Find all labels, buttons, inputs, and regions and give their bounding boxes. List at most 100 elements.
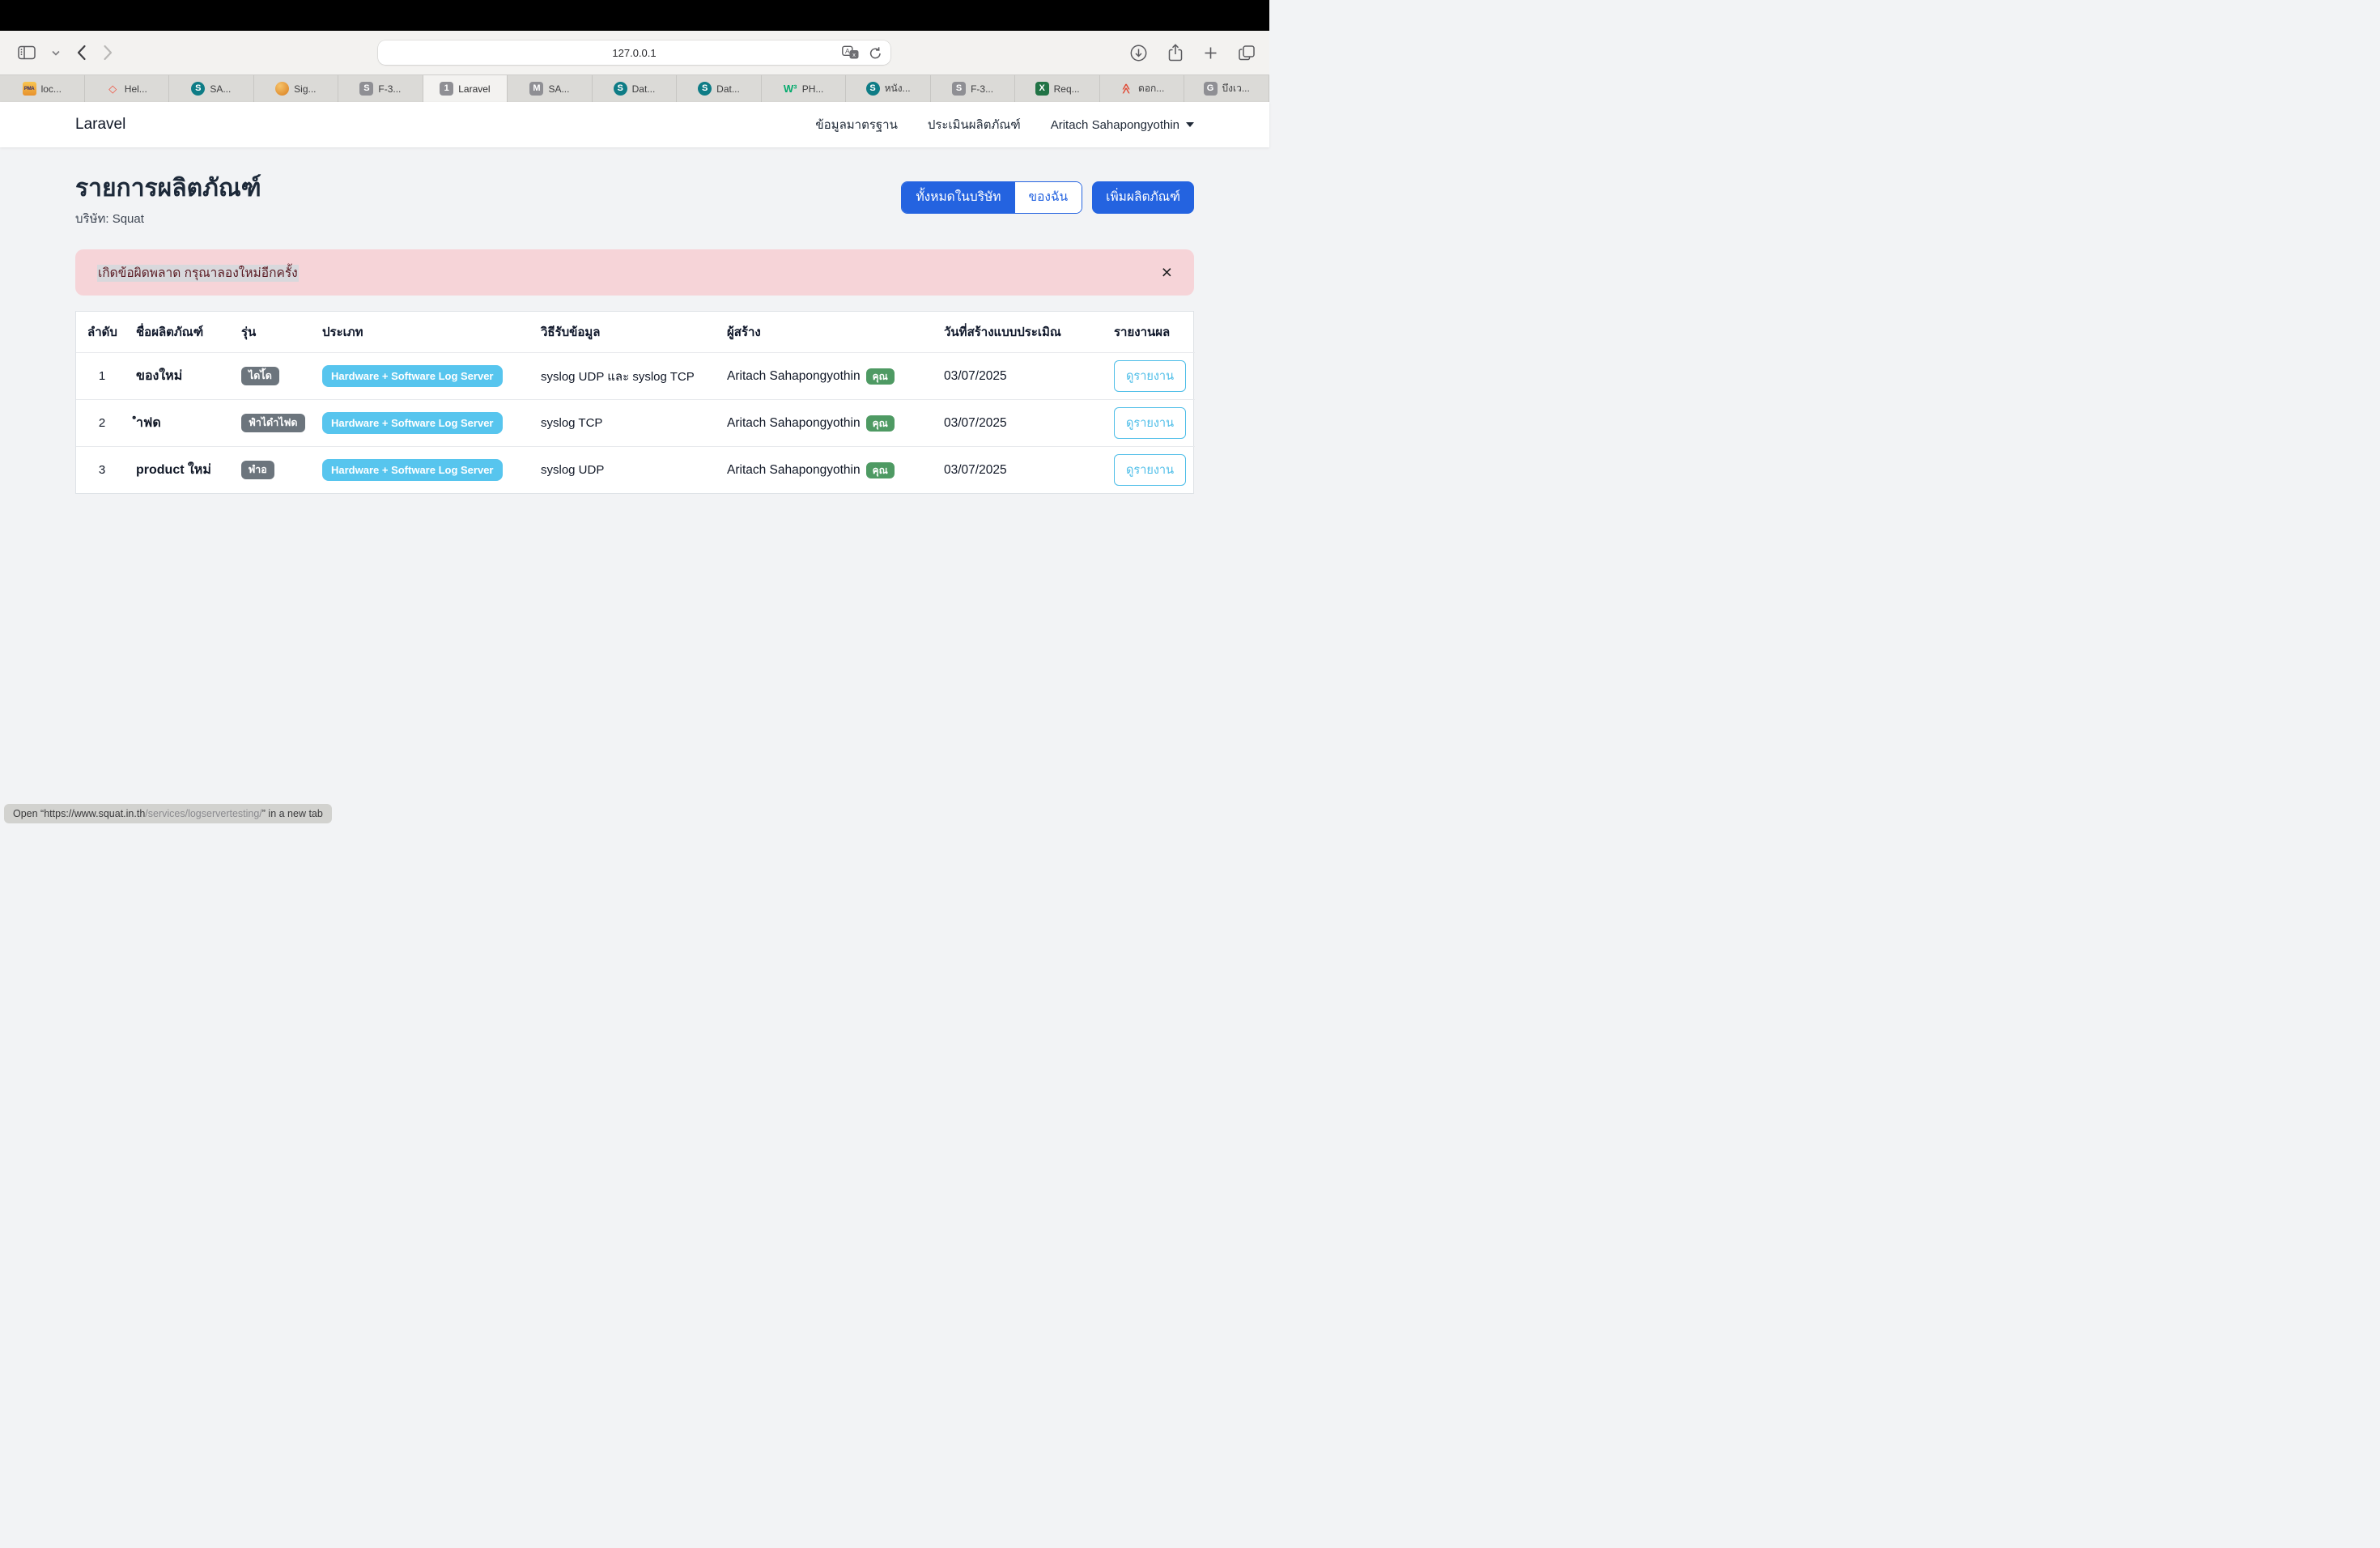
tab-label: SA...: [548, 83, 569, 95]
browser-tab[interactable]: S F-3...: [338, 75, 423, 102]
user-menu-button[interactable]: Aritach Sahapongyothin: [1051, 118, 1194, 132]
browser-tab[interactable]: X Req...: [1015, 75, 1100, 102]
browser-tab[interactable]: ≪ ดอก...: [1100, 75, 1185, 102]
browser-tab[interactable]: 1 Laravel: [423, 75, 508, 102]
browser-toolbar: 127.0.0.1 Ax: [0, 31, 1269, 74]
tab-label: Dat...: [716, 83, 740, 95]
cell-date: 03/07/2025: [936, 400, 1106, 447]
nav-link[interactable]: ประเมินผลิตภัณฑ์: [928, 115, 1021, 134]
back-button[interactable]: [74, 43, 88, 62]
column-header: ประเภท: [314, 312, 533, 353]
browser-tab[interactable]: ◇ Hel...: [85, 75, 170, 102]
cell-product-name: ของใหม่: [128, 353, 233, 400]
status-link-path: /services/logservertesting/: [145, 808, 262, 819]
back-icon: [76, 45, 87, 61]
column-header: ชื่อผลิตภัณฑ์: [128, 312, 233, 353]
red-chevrons-icon: ≪: [1120, 82, 1133, 96]
tab-label: Req...: [1054, 83, 1080, 95]
view-report-button[interactable]: ดูรายงาน: [1114, 454, 1186, 486]
caret-down-icon: [1186, 122, 1194, 127]
download-icon: [1130, 45, 1147, 62]
creator-badge: คุณ: [866, 415, 895, 432]
sharepoint-icon: S: [191, 82, 205, 96]
url-text: 127.0.0.1: [612, 47, 656, 59]
page-body: รายการผลิตภัณฑ์ บริษัท: Squat ทั้งหมดในบ…: [0, 147, 1269, 826]
column-header: วันที่สร้างแบบประเมิณ: [936, 312, 1106, 353]
letter-s-icon: S: [952, 82, 966, 96]
tab-label: PH...: [802, 83, 824, 95]
nav-link[interactable]: ข้อมูลมาตรฐาน: [815, 115, 897, 134]
all-company-button[interactable]: ทั้งหมดในบริษัท: [902, 182, 1014, 213]
table-row: 2 ำฟด ฟำไดำไฟด Hardware + Software Log S…: [76, 400, 1195, 447]
cell-model: ไดไ้ด: [233, 353, 314, 400]
address-bar[interactable]: 127.0.0.1 Ax: [378, 40, 890, 65]
add-product-button[interactable]: เพิ่มผลิตภัณฑ์: [1092, 181, 1194, 214]
cell-model: ฟำไดำไฟด: [233, 400, 314, 447]
error-message: เกิดข้อผิดพลาด กรุณาลองใหม่อีกครั้ง: [97, 262, 299, 283]
type-badge: Hardware + Software Log Server: [322, 459, 503, 481]
company-label: บริษัท: Squat: [75, 209, 261, 228]
sidebar-toggle-button[interactable]: [16, 44, 37, 62]
translate-button[interactable]: Ax: [840, 45, 861, 62]
tab-label: หนัง...: [885, 81, 911, 96]
app-logo[interactable]: Laravel: [75, 116, 125, 134]
model-badge: ไดไ้ด: [241, 367, 279, 385]
forward-button[interactable]: [101, 43, 115, 62]
browser-tab[interactable]: S SA...: [169, 75, 254, 102]
view-report-button[interactable]: ดูรายงาน: [1114, 407, 1186, 439]
new-tab-button[interactable]: [1202, 45, 1219, 62]
browser-tab[interactable]: S หนัง...: [846, 75, 931, 102]
browser-tab[interactable]: G บึงเว...: [1184, 75, 1269, 102]
tab-label: ดอก...: [1138, 81, 1164, 96]
sharepoint-icon: S: [614, 82, 627, 96]
downloads-button[interactable]: [1128, 43, 1149, 63]
type-badge: Hardware + Software Log Server: [322, 412, 503, 434]
cell-index: 3: [76, 447, 128, 494]
browser-tab[interactable]: W³ PH...: [762, 75, 847, 102]
model-badge: ฟำไดำไฟด: [241, 414, 305, 432]
app-header: Laravel ข้อมูลมาตรฐาน ประเมินผลิตภัณฑ์ A…: [0, 102, 1269, 147]
table-row: 1 ของใหม่ ไดไ้ด Hardware + Software Log …: [76, 353, 1195, 400]
sidebar-dropdown-button[interactable]: [50, 49, 62, 57]
link-status-bar: Open “https://www.squat.in.th/services/l…: [4, 804, 332, 823]
cell-type: Hardware + Software Log Server: [314, 353, 533, 400]
browser-tab[interactable]: S F-3...: [931, 75, 1016, 102]
phpmyadmin-icon: PMA: [23, 82, 36, 96]
cell-type: Hardware + Software Log Server: [314, 447, 533, 494]
tab-label: F-3...: [378, 83, 401, 95]
cell-date: 03/07/2025: [936, 353, 1106, 400]
table-body: 1 ของใหม่ ไดไ้ด Hardware + Software Log …: [76, 353, 1195, 494]
share-button[interactable]: [1167, 42, 1184, 63]
products-table: ลำดับ ชื่อผลิตภัณฑ์ รุ่น ประเภท วิธีรับข…: [76, 312, 1195, 493]
type-badge: Hardware + Software Log Server: [322, 365, 503, 387]
sharepoint-icon: S: [866, 82, 880, 96]
tab-label: SA...: [210, 83, 231, 95]
browser-tab[interactable]: M SA...: [508, 75, 593, 102]
status-link-host: https://www.squat.in.th: [44, 808, 145, 819]
browser-tab[interactable]: S Dat...: [593, 75, 678, 102]
mac-menu-bar: [0, 0, 1269, 31]
cell-method: syslog UDP: [533, 447, 719, 494]
mine-button[interactable]: ของฉัน: [1015, 182, 1082, 213]
tab-label: Dat...: [632, 83, 656, 95]
letter-g-icon: G: [1204, 82, 1218, 96]
creator-name: Aritach Sahapongyothin: [727, 463, 861, 478]
user-name: Aritach Sahapongyothin: [1051, 118, 1179, 132]
creator-name: Aritach Sahapongyothin: [727, 416, 861, 431]
browser-tab[interactable]: PMA loc...: [0, 75, 85, 102]
plus-icon: [1204, 46, 1218, 60]
tab-overview-button[interactable]: [1237, 44, 1256, 62]
browser-tab[interactable]: Sig...: [254, 75, 339, 102]
tabs-overview-icon: [1239, 45, 1255, 61]
model-badge: พำอ: [241, 461, 274, 479]
alert-close-button[interactable]: ×: [1162, 263, 1172, 282]
column-header: รุ่น: [233, 312, 314, 353]
nav-links-slot: ข้อมูลมาตรฐาน ประเมินผลิตภัณฑ์: [815, 115, 1020, 134]
reload-button[interactable]: [868, 45, 883, 61]
creator-badge: คุณ: [866, 368, 895, 385]
browser-tab[interactable]: S Dat...: [677, 75, 762, 102]
view-report-button[interactable]: ดูรายงาน: [1114, 360, 1186, 392]
creator-badge: คุณ: [866, 462, 895, 478]
laravel-icon: ◇: [106, 82, 120, 96]
share-icon: [1168, 44, 1183, 62]
